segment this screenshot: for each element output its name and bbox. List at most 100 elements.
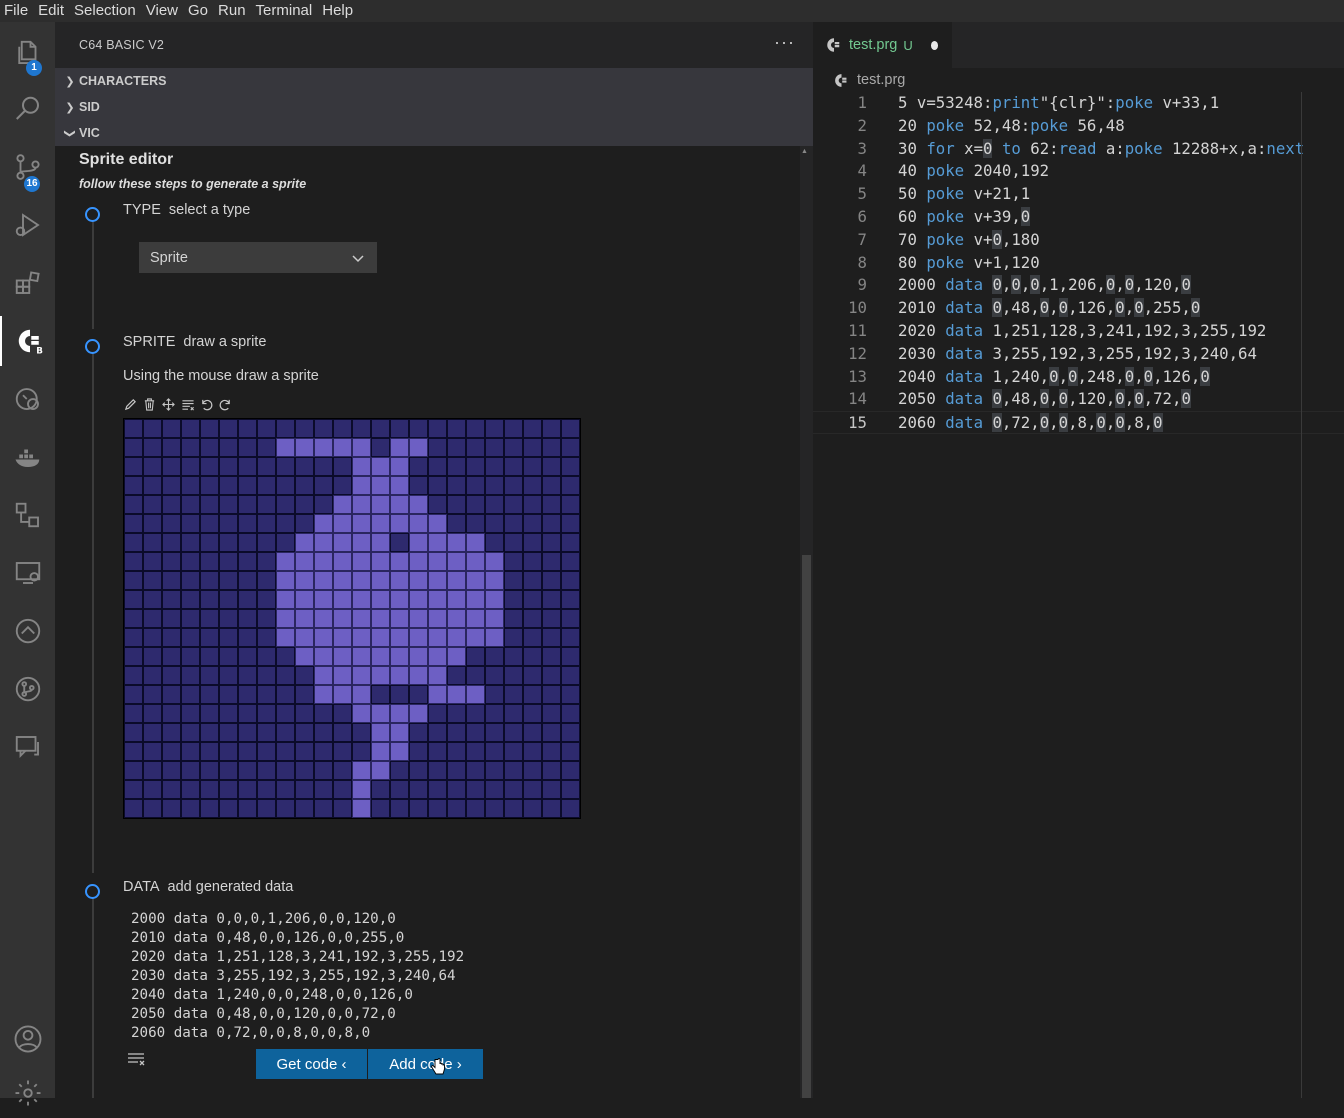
menu-go[interactable]: Go [184,0,214,22]
git-graph-icon[interactable] [0,664,55,714]
sprite-pixel[interactable] [409,704,428,723]
sprite-pixel[interactable] [162,799,181,818]
sprite-pixel[interactable] [238,609,257,628]
sprite-pixel[interactable] [295,628,314,647]
sprite-pixel[interactable] [428,704,447,723]
sprite-pixel[interactable] [295,552,314,571]
sprite-pixel[interactable] [295,685,314,704]
sprite-pixel[interactable] [162,628,181,647]
sprite-pixel[interactable] [276,799,295,818]
sprite-pixel[interactable] [447,609,466,628]
sprite-pixel[interactable] [333,533,352,552]
sprite-pixel[interactable] [257,495,276,514]
sprite-pixel[interactable] [124,571,143,590]
sprite-pixel[interactable] [257,419,276,438]
sprite-pixel[interactable] [219,742,238,761]
sprite-pixel[interactable] [124,628,143,647]
sprite-pixel[interactable] [124,419,143,438]
sprite-pixel[interactable] [276,514,295,533]
sprite-pixel[interactable] [561,647,580,666]
sprite-pixel[interactable] [561,495,580,514]
sprite-pixel[interactable] [428,495,447,514]
clear-output-icon[interactable] [127,1052,145,1069]
sprite-pixel[interactable] [504,685,523,704]
explorer-icon[interactable]: 1 [0,28,55,78]
sprite-pixel[interactable] [238,533,257,552]
type-select[interactable]: Sprite [139,242,377,273]
sprite-pixel[interactable] [561,799,580,818]
sprite-pixel[interactable] [542,704,561,723]
sprite-pixel[interactable] [181,628,200,647]
sprite-pixel[interactable] [523,514,542,533]
sprite-pixel[interactable] [124,514,143,533]
sprite-pixel[interactable] [143,495,162,514]
menu-edit[interactable]: Edit [34,0,70,22]
sprite-pixel[interactable] [295,780,314,799]
sprite-pixel[interactable] [504,457,523,476]
sprite-pixel[interactable] [143,761,162,780]
sprite-pixel[interactable] [523,647,542,666]
sprite-pixel[interactable] [542,780,561,799]
sprite-pixel[interactable] [257,438,276,457]
sprite-pixel[interactable] [162,457,181,476]
sprite-pixel[interactable] [238,552,257,571]
sprite-pixel[interactable] [523,552,542,571]
get-code-button[interactable]: Get code ‹ [256,1049,367,1079]
sprite-pixel[interactable] [485,723,504,742]
sprite-pixel[interactable] [466,438,485,457]
sprite-pixel[interactable] [390,742,409,761]
sprite-pixel[interactable] [390,457,409,476]
sprite-pixel[interactable] [333,780,352,799]
sprite-pixel[interactable] [143,552,162,571]
sprite-pixel[interactable] [238,723,257,742]
sprite-pixel[interactable] [466,571,485,590]
sprite-pixel[interactable] [390,609,409,628]
sprite-pixel[interactable] [504,419,523,438]
sprite-pixel[interactable] [314,476,333,495]
sprite-pixel[interactable] [162,780,181,799]
sprite-pixel[interactable] [447,704,466,723]
sprite-pixel[interactable] [162,685,181,704]
sprite-pixel[interactable] [447,457,466,476]
sprite-pixel[interactable] [143,799,162,818]
sprite-pixel[interactable] [143,457,162,476]
sprite-pixel[interactable] [333,438,352,457]
sprite-pixel[interactable] [352,438,371,457]
sprite-pixel[interactable] [371,476,390,495]
sprite-pixel[interactable] [314,590,333,609]
settings-gear-icon[interactable] [0,1068,55,1118]
sprite-pixel[interactable] [485,666,504,685]
menu-file[interactable]: File [0,0,34,22]
sprite-pixel[interactable] [561,723,580,742]
sprite-pixel[interactable] [352,476,371,495]
sprite-pixel[interactable] [238,590,257,609]
code-line[interactable]: 4 40 poke 2040,192 [813,160,1344,183]
sprite-pixel[interactable] [447,780,466,799]
sprite-pixel[interactable] [314,609,333,628]
arrow-up-circle-icon[interactable] [0,606,55,656]
sprite-pixel[interactable] [257,609,276,628]
sprite-pixel[interactable] [390,799,409,818]
sprite-pixel[interactable] [428,780,447,799]
sprite-pixel[interactable] [371,666,390,685]
sprite-pixel[interactable] [162,419,181,438]
sprite-pixel[interactable] [447,476,466,495]
sprite-pixel[interactable] [561,609,580,628]
sprite-pixel[interactable] [257,514,276,533]
sprite-pixel[interactable] [257,552,276,571]
sprite-pixel[interactable] [181,647,200,666]
sprite-pixel[interactable] [409,438,428,457]
sprite-pixel[interactable] [409,419,428,438]
code-line[interactable]: 3 30 for x=0 to 62:read a:poke 12288+x,a:… [813,138,1344,161]
sprite-pixel[interactable] [428,799,447,818]
sprite-pixel[interactable] [466,590,485,609]
sprite-pixel[interactable] [390,704,409,723]
move-icon[interactable] [161,397,176,412]
sprite-pixel[interactable] [523,457,542,476]
sprite-pixel[interactable] [523,419,542,438]
sprite-pixel[interactable] [333,514,352,533]
sprite-pixel[interactable] [238,704,257,723]
sprite-pixel[interactable] [200,438,219,457]
code-line[interactable]: 6 60 poke v+39,0 [813,206,1344,229]
sprite-pixel[interactable] [352,571,371,590]
